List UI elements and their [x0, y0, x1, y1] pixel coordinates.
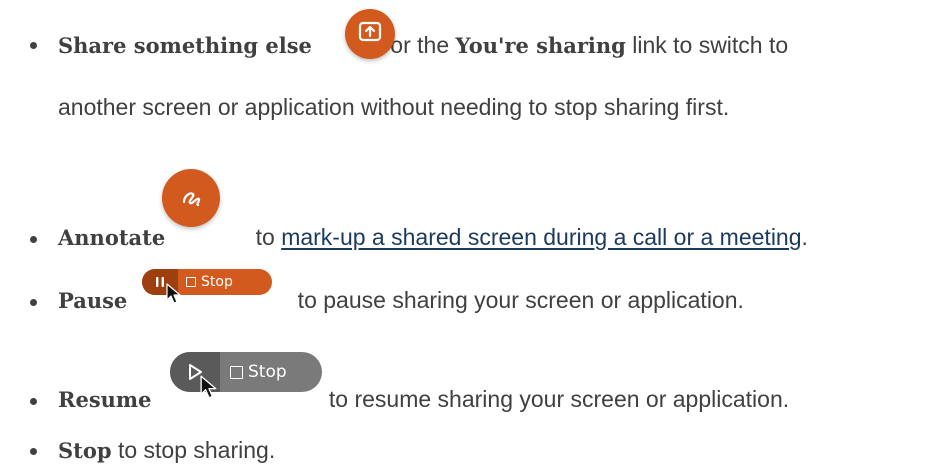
text: to stop sharing.: [111, 437, 276, 463]
term-youre-sharing: You're sharing: [455, 33, 626, 58]
resume-stop-control: Stop: [170, 352, 322, 392]
term-resume: Resume: [58, 387, 152, 412]
text: to pause sharing your screen or applicat…: [291, 287, 744, 313]
annotate-item-line: Annotate to mark-up a shared screen duri…: [58, 223, 808, 252]
bullet: [30, 299, 37, 306]
pause-stop-control: Stop: [142, 269, 272, 295]
resume-item-line: Resume to resume sharing your screen or …: [58, 385, 789, 414]
share-button[interactable]: [345, 9, 395, 59]
annotate-squiggle-icon: [182, 192, 201, 207]
term-stop: Stop: [58, 438, 112, 463]
stop-label: Stop: [248, 362, 287, 382]
term-pause: Pause: [58, 288, 128, 313]
stop-icon: [186, 277, 196, 287]
stop-button[interactable]: Stop: [178, 269, 245, 295]
text: to resume sharing your screen or applica…: [322, 386, 790, 412]
annotate-button[interactable]: [162, 169, 220, 227]
share-screen-icon: [358, 21, 382, 42]
text: .: [801, 224, 808, 250]
bullet: [30, 398, 37, 405]
bullet: [30, 42, 37, 49]
mouse-pointer-icon: [200, 375, 217, 399]
stop-button[interactable]: Stop: [220, 352, 301, 392]
bullet: [30, 448, 37, 455]
share-item-line-1: Share something else or the You're shari…: [58, 31, 788, 60]
markup-shared-screen-link[interactable]: mark-up a shared screen during a call or…: [281, 224, 801, 250]
term-share-something-else: Share something else: [58, 33, 312, 58]
term-annotate: Annotate: [58, 225, 166, 250]
stop-item-line: Stop to stop sharing.: [58, 436, 275, 465]
text: another screen or application without ne…: [58, 94, 730, 120]
share-item-line-2: another screen or application without ne…: [58, 93, 729, 121]
bullet: [30, 236, 37, 243]
text: link to switch to: [625, 32, 789, 58]
pause-icon: [156, 277, 164, 287]
stop-icon: [230, 365, 243, 379]
mouse-pointer-icon: [166, 283, 181, 304]
stop-label: Stop: [201, 274, 233, 290]
text: to: [249, 224, 282, 250]
